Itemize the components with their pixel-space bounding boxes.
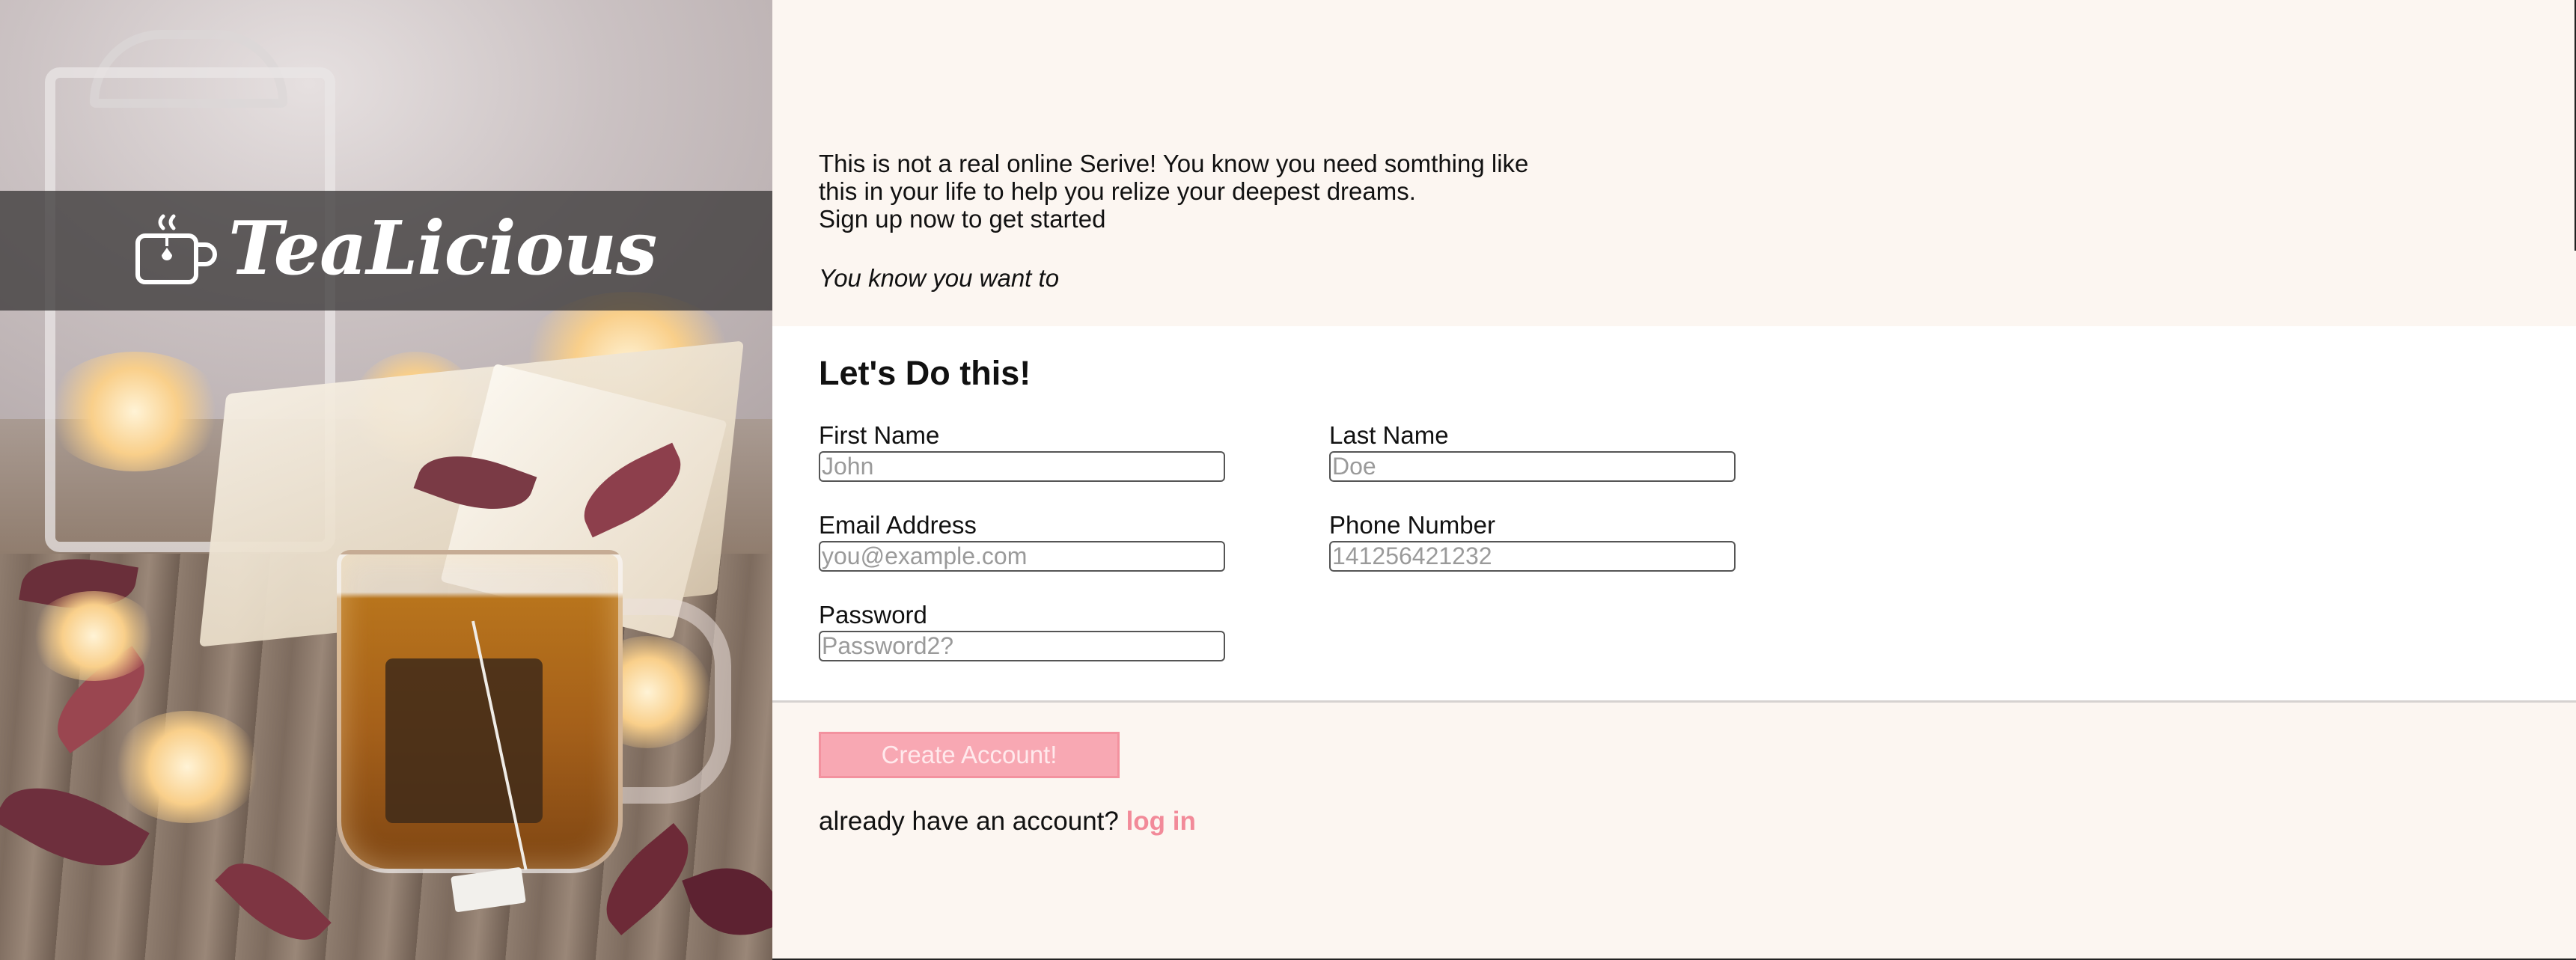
login-prompt-text: already have an account? — [819, 807, 1119, 836]
email-label: Email Address — [819, 511, 977, 539]
fairy-light — [112, 711, 262, 823]
intro-line: This is not a real online Serive! You kn… — [819, 150, 1529, 177]
intro-line: this in your life to help you relize you… — [819, 177, 1416, 205]
login-link[interactable]: log in — [1126, 807, 1196, 836]
email-input[interactable] — [819, 541, 1225, 572]
teacup-icon — [135, 214, 217, 284]
fairy-light — [30, 591, 157, 681]
form-title: Let's Do this! — [819, 354, 1031, 392]
tea-bag — [385, 658, 543, 823]
brand-name: TeaLicious — [228, 206, 657, 292]
last-name-label: Last Name — [1329, 421, 1449, 449]
create-account-button[interactable]: Create Account! — [819, 732, 1120, 778]
password-input[interactable] — [819, 631, 1225, 661]
first-name-input[interactable] — [819, 451, 1225, 482]
password-label: Password — [819, 601, 927, 629]
login-prompt: already have an account? log in — [819, 807, 1196, 837]
phone-input[interactable] — [1329, 541, 1736, 572]
intro-tagline: You know you want to — [819, 264, 1060, 292]
intro-line: Sign up now to get started — [819, 205, 1106, 233]
hero-image — [0, 0, 772, 960]
phone-label: Phone Number — [1329, 511, 1495, 539]
first-name-label: First Name — [819, 421, 940, 449]
light-glow — [45, 352, 225, 471]
last-name-input[interactable] — [1329, 451, 1736, 482]
intro-text: This is not a real online Serive! You kn… — [819, 150, 1792, 292]
